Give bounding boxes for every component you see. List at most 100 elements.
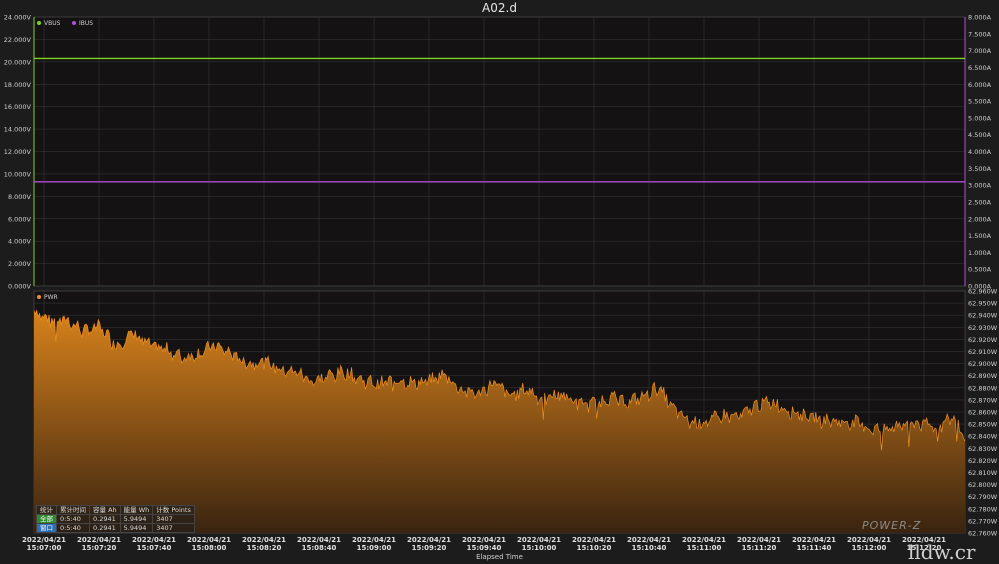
y-tick-label-right: 62.920W bbox=[968, 336, 998, 344]
y-tick-label-right: 62.960W bbox=[968, 288, 998, 296]
stats-cell: 3407 bbox=[152, 514, 195, 524]
y-tick-label-left: 6.000V bbox=[8, 215, 32, 223]
y-tick-label-right: 1.500A bbox=[968, 232, 992, 240]
stats-cell: 0:5:40 bbox=[56, 514, 90, 524]
y-tick-label-right: 62.870W bbox=[968, 396, 998, 404]
chart-canvas: 24.000V 22.000V 20.000V 18.000V 16.000V 14.00… bbox=[4, 14, 998, 553]
y-tick-label-right: 62.900W bbox=[968, 360, 998, 368]
x-tick-label-time: 15:08:00 bbox=[192, 544, 227, 552]
y-tick-label-left: 20.000V bbox=[4, 58, 32, 66]
y-tick-label-right: 62.790W bbox=[968, 493, 998, 501]
x-tick-label-time: 15:10:00 bbox=[522, 544, 557, 552]
y-tick-label-left: 12.000V bbox=[4, 148, 32, 156]
stats-cell: 0.2941 bbox=[89, 523, 121, 533]
y-tick-label-right: 62.940W bbox=[968, 312, 998, 320]
x-tick-label-time: 15:07:20 bbox=[82, 544, 117, 552]
y-tick-label-left: 14.000V bbox=[4, 126, 32, 134]
x-tick-label-date: 2022/04/21 bbox=[22, 536, 66, 544]
x-tick-label-date: 2022/04/21 bbox=[517, 536, 561, 544]
stats-row-window: 窗口 0:5:40 0.2941 5.9494 3407 bbox=[36, 523, 195, 533]
x-axis-label: Elapsed Time bbox=[476, 553, 523, 561]
y-tick-label-right: 4.000A bbox=[968, 148, 992, 156]
x-tick-label-date: 2022/04/21 bbox=[847, 536, 891, 544]
stats-header-cell: 容量 Ah bbox=[89, 505, 121, 515]
x-tick-label-date: 2022/04/21 bbox=[737, 536, 781, 544]
stats-cell: 5.9494 bbox=[119, 514, 154, 524]
x-tick-label-time: 15:09:40 bbox=[467, 544, 502, 552]
y-tick-label-right: 62.830W bbox=[968, 445, 998, 453]
stats-header-cell: 计数 Points bbox=[152, 505, 195, 515]
y-tick-label-right: 5.000A bbox=[968, 114, 992, 122]
legend-marker-vbus bbox=[37, 21, 41, 25]
x-tick-label-time: 15:09:00 bbox=[357, 544, 392, 552]
stats-cell: 0.2941 bbox=[89, 514, 121, 524]
y-tick-label-right: 62.950W bbox=[968, 300, 998, 308]
y-tick-label-right: 62.860W bbox=[968, 409, 998, 417]
y-tick-label-left: 22.000V bbox=[4, 36, 32, 44]
x-tick-label-date: 2022/04/21 bbox=[187, 536, 231, 544]
y-tick-label-right: 8.000A bbox=[968, 14, 992, 22]
x-tick-label-time: 15:07:00 bbox=[27, 544, 62, 552]
x-tick-label-time: 15:08:20 bbox=[247, 544, 282, 552]
y-tick-label-right: 1.000A bbox=[968, 249, 992, 257]
x-tick-label-date: 2022/04/21 bbox=[77, 536, 121, 544]
y-tick-label-left: 18.000V bbox=[4, 81, 32, 89]
y-tick-label-right: 62.880W bbox=[968, 384, 998, 392]
y-tick-label-left: 2.000V bbox=[8, 260, 32, 268]
y-tick-label-left: 10.000V bbox=[4, 170, 32, 178]
legend-label-pwr: PWR bbox=[44, 294, 58, 301]
y-tick-label-right: 62.890W bbox=[968, 372, 998, 380]
y-tick-label-right: 7.000A bbox=[968, 47, 992, 55]
x-tick-label-time: 15:10:20 bbox=[577, 544, 612, 552]
y-tick-label-right: 62.850W bbox=[968, 421, 998, 429]
x-tick-label-date: 2022/04/21 bbox=[627, 536, 671, 544]
legend-label-vbus: VBUS bbox=[44, 20, 61, 27]
x-tick-label-date: 2022/04/21 bbox=[407, 536, 451, 544]
stats-cell: 全部 bbox=[36, 514, 57, 524]
x-tick-label-time: 15:11:20 bbox=[742, 544, 777, 552]
x-tick-label-time: 15:07:40 bbox=[137, 544, 172, 552]
y-tick-label-left: 16.000V bbox=[4, 103, 32, 111]
stats-cell: 5.9494 bbox=[119, 523, 154, 533]
x-tick-label-date: 2022/04/21 bbox=[242, 536, 286, 544]
y-tick-label-right: 62.840W bbox=[968, 433, 998, 441]
stats-table: 统计 累计时间 容量 Ah 能量 Wh 计数 Points 全部 0:5:40 … bbox=[36, 505, 195, 533]
y-tick-label-right: 3.000A bbox=[968, 182, 992, 190]
x-tick-label-date: 2022/04/21 bbox=[297, 536, 341, 544]
y-tick-label-right: 0.500A bbox=[968, 266, 992, 274]
x-tick-label-date: 2022/04/21 bbox=[792, 536, 836, 544]
y-tick-label-right: 62.760W bbox=[968, 530, 998, 538]
legend-marker-pwr bbox=[37, 295, 41, 299]
y-tick-label-right: 4.500A bbox=[968, 131, 992, 139]
stats-row-all: 全部 0:5:40 0.2941 5.9494 3407 bbox=[36, 514, 195, 524]
y-tick-label-left: 24.000V bbox=[4, 14, 32, 22]
y-tick-label-left: 4.000V bbox=[8, 238, 32, 246]
x-tick-label-date: 2022/04/21 bbox=[132, 536, 176, 544]
legend-label-ibus: IBUS bbox=[79, 20, 93, 27]
y-tick-label-right: 62.800W bbox=[968, 481, 998, 489]
x-tick-label-time: 15:08:40 bbox=[302, 544, 337, 552]
y-tick-label-right: 3.500A bbox=[968, 165, 992, 173]
x-tick-label-date: 2022/04/21 bbox=[462, 536, 506, 544]
stats-cell: 0:5:40 bbox=[56, 523, 90, 533]
x-tick-label-date: 2022/04/21 bbox=[682, 536, 726, 544]
x-tick-label-time: 15:11:40 bbox=[797, 544, 832, 552]
legend-marker-ibus bbox=[72, 21, 76, 25]
x-tick-label-time: 15:12:00 bbox=[852, 544, 887, 552]
x-tick-label-date: 2022/04/21 bbox=[352, 536, 396, 544]
y-tick-label-right: 7.500A bbox=[968, 30, 992, 38]
brand-logo: POWER-Z bbox=[862, 519, 922, 532]
y-tick-label-left: 8.000V bbox=[8, 193, 32, 201]
y-tick-label-right: 62.820W bbox=[968, 457, 998, 465]
x-tick-label-date: 2022/04/21 bbox=[572, 536, 616, 544]
x-tick-label-time: 15:11:00 bbox=[687, 544, 722, 552]
x-tick-label-time: 15:09:20 bbox=[412, 544, 447, 552]
stats-header-row: 统计 累计时间 容量 Ah 能量 Wh 计数 Points bbox=[36, 505, 195, 515]
y-tick-label-right: 6.000A bbox=[968, 81, 992, 89]
chart-window: A02.d 24.000V 22.000V 20.000V 18.000V 16.000… bbox=[0, 0, 999, 564]
y-tick-label-right: 62.780W bbox=[968, 505, 998, 513]
y-tick-label-right: 62.810W bbox=[968, 469, 998, 477]
y-tick-label-left: 0.000V bbox=[8, 283, 32, 291]
stats-cell: 窗口 bbox=[36, 523, 57, 533]
y-tick-label-right: 2.500A bbox=[968, 198, 992, 206]
